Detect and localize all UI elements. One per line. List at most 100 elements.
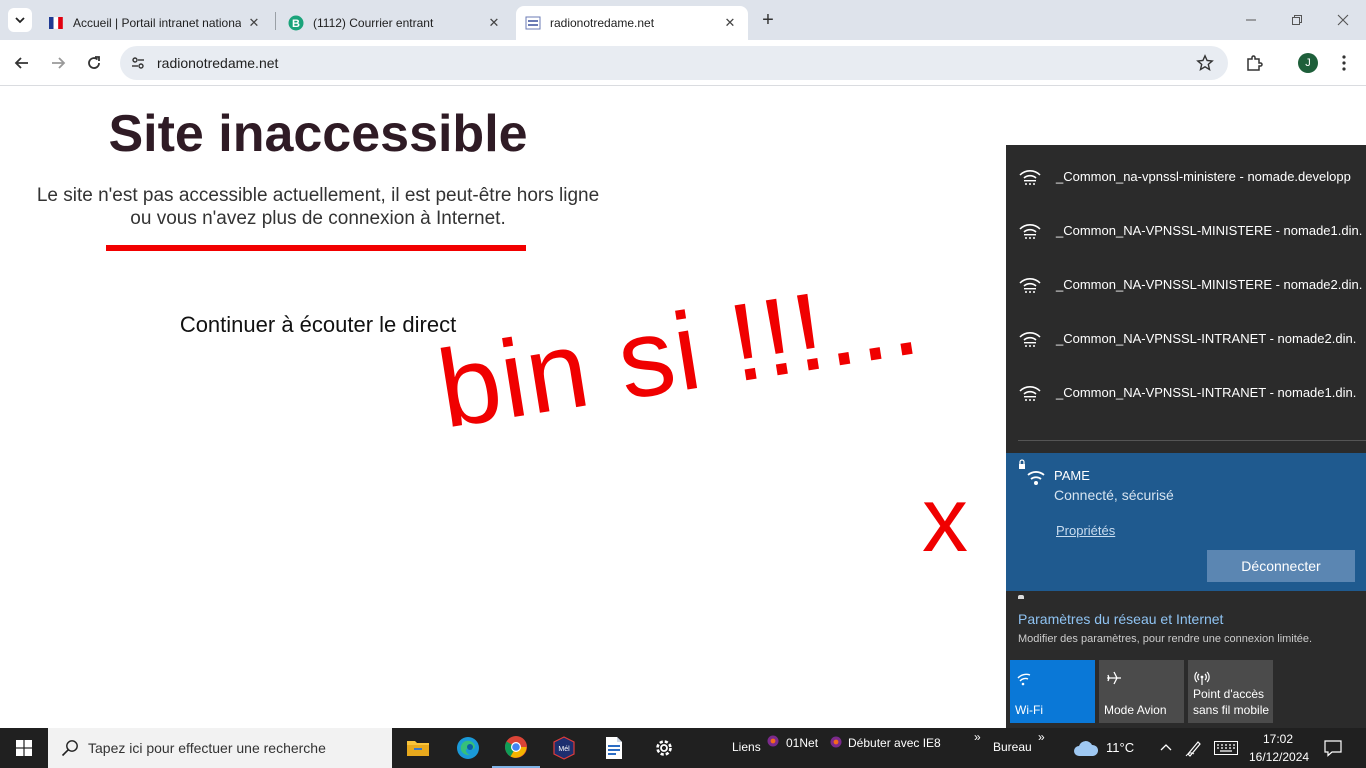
taskbar-settings[interactable] — [640, 728, 688, 768]
tab-title: (1112) Courrier entrant — [313, 16, 434, 30]
wifi-toggle[interactable]: Wi-Fi — [1010, 660, 1095, 723]
chevron-down-icon — [15, 17, 25, 24]
taskbar-ministry-app[interactable]: Mél — [540, 728, 588, 768]
pen-icon[interactable] — [1185, 739, 1203, 757]
network-item[interactable]: _Common_NA-VPNSSL-INTRANET - nomade1.din… — [1006, 365, 1366, 419]
start-button[interactable] — [0, 728, 48, 768]
close-window-button[interactable] — [1320, 0, 1366, 40]
back-button[interactable] — [8, 49, 36, 77]
puzzle-icon — [1247, 55, 1263, 71]
browser-toolbar: radionotredame.net J — [0, 40, 1366, 86]
hotspot-label-line1: Point d'accès — [1193, 687, 1264, 701]
properties-link[interactable]: Propriétés — [1056, 523, 1115, 538]
tab-strip: Accueil | Portail intranet nationa ✕ B (… — [0, 0, 1366, 40]
tab-title: radionotredame.net — [550, 16, 655, 30]
notification-center-icon[interactable] — [1324, 739, 1342, 757]
french-flag-icon — [49, 16, 63, 30]
profile-initial: J — [1305, 57, 1311, 69]
tab-separator — [275, 12, 276, 30]
connection-status: Connecté, sécurisé — [1054, 487, 1174, 503]
mail-b-icon: B — [288, 15, 304, 31]
red-divider — [106, 245, 526, 251]
close-tab-icon[interactable]: ✕ — [486, 15, 502, 31]
ie-favorite-icon — [830, 736, 842, 748]
bookmark-star-icon[interactable] — [1196, 54, 1214, 72]
disconnect-button[interactable]: Déconnecter — [1207, 550, 1355, 582]
forward-button[interactable] — [44, 49, 72, 77]
svg-text:B: B — [292, 18, 300, 30]
tab-title: Accueil | Portail intranet nationa — [73, 16, 241, 30]
mobile-hotspot-toggle[interactable]: Point d'accès sans fil mobile — [1188, 660, 1273, 723]
tab-search-button[interactable] — [8, 8, 32, 32]
network-name: _Common_NA-VPNSSL-INTRANET - nomade1.din… — [1056, 385, 1357, 400]
annotation-x-mark: x — [922, 469, 968, 571]
site-settings-icon[interactable] — [130, 55, 146, 71]
partial-network-icon — [1018, 595, 1024, 599]
vpn-icon — [1019, 224, 1041, 239]
tab-courrier[interactable]: B (1112) Courrier entrant ✕ — [280, 6, 512, 40]
vpn-icon — [1019, 170, 1041, 185]
hotspot-label-line2: sans fil mobile — [1193, 703, 1270, 717]
url-text[interactable]: radionotredame.net — [157, 55, 278, 71]
weather-temperature[interactable]: 11°C — [1106, 740, 1134, 755]
taskbar: Tapez ici pour effectuer une recherche M… — [0, 728, 1366, 768]
network-item[interactable]: _Common_na-vpnssl-ministere - nomade.dev… — [1006, 149, 1366, 203]
keyboard-icon[interactable] — [1214, 741, 1238, 755]
taskbar-file-explorer[interactable] — [394, 728, 442, 768]
connected-network[interactable]: PAME Connecté, sécurisé Propriétés Décon… — [1006, 453, 1366, 591]
back-arrow-icon — [14, 57, 28, 69]
restore-button[interactable] — [1274, 0, 1320, 40]
minimize-icon — [1246, 19, 1256, 21]
taskbar-chrome[interactable] — [492, 728, 540, 768]
browser-menu-button[interactable] — [1330, 49, 1358, 77]
page-message-line2: ou vous n'avez plus de connexion à Inter… — [130, 208, 506, 229]
link-debuter-ie8[interactable]: Débuter avec IE8 — [848, 736, 941, 750]
tab-radionotredame[interactable]: radionotredame.net ✕ — [516, 6, 748, 40]
document-icon — [606, 737, 622, 759]
mobile-hotspot-label: Point d'accès sans fil mobile — [1193, 686, 1269, 718]
profile-avatar[interactable]: J — [1298, 53, 1318, 73]
desktop-overflow-chevron-icon[interactable]: » — [1038, 730, 1045, 744]
clock-time[interactable]: 17:02 — [1263, 732, 1293, 746]
close-tab-icon[interactable]: ✕ — [722, 15, 738, 31]
close-tab-icon[interactable]: ✕ — [246, 15, 262, 31]
edge-icon — [457, 737, 479, 759]
secured-wifi-icon — [1019, 459, 1045, 485]
weather-cloud-icon[interactable] — [1073, 739, 1099, 757]
restore-icon — [1292, 15, 1302, 25]
close-icon — [1337, 14, 1349, 26]
minimize-button[interactable] — [1228, 0, 1274, 40]
taskbar-search-box[interactable]: Tapez ici pour effectuer une recherche — [48, 728, 392, 768]
network-name: _Common_NA-VPNSSL-MINISTERE - nomade2.di… — [1056, 277, 1363, 292]
svg-text:Mél: Mél — [558, 746, 570, 753]
links-toolbar-label: Liens — [732, 740, 761, 754]
search-icon — [61, 740, 78, 757]
chrome-icon — [505, 736, 527, 758]
extensions-button[interactable] — [1240, 49, 1268, 77]
vpn-icon — [1019, 332, 1041, 347]
vpn-icon — [1019, 386, 1041, 401]
network-item[interactable]: _Common_NA-VPNSSL-MINISTERE - nomade2.di… — [1006, 257, 1366, 311]
clock-date[interactable]: 16/12/2024 — [1249, 750, 1309, 764]
tab-portail[interactable]: Accueil | Portail intranet nationa ✕ — [40, 6, 272, 40]
hotspot-icon — [1194, 671, 1210, 685]
taskbar-document-app[interactable] — [590, 728, 638, 768]
link-01net[interactable]: 01Net — [786, 736, 818, 750]
airplane-mode-toggle[interactable]: Mode Avion — [1099, 660, 1184, 723]
links-overflow-chevron-icon[interactable]: » — [974, 730, 981, 744]
new-tab-button[interactable]: + — [756, 8, 780, 32]
desktop-toolbar-label[interactable]: Bureau — [993, 740, 1032, 754]
taskbar-edge[interactable] — [444, 728, 492, 768]
page-title: Site inaccessible — [108, 105, 528, 163]
wifi-toggle-label: Wi-Fi — [1015, 703, 1043, 717]
vpn-icon — [1019, 278, 1041, 293]
airplane-icon — [1107, 671, 1121, 685]
network-item[interactable]: _Common_NA-VPNSSL-MINISTERE - nomade1.di… — [1006, 203, 1366, 257]
chevron-up-icon[interactable] — [1160, 743, 1172, 751]
radio-logo-icon — [525, 16, 541, 30]
network-item[interactable]: _Common_NA-VPNSSL-INTRANET - nomade2.din… — [1006, 311, 1366, 365]
network-name: _Common_na-vpnssl-ministere - nomade.dev… — [1056, 169, 1351, 184]
network-settings-link[interactable]: Paramètres du réseau et Internet — [1018, 611, 1223, 627]
reload-button[interactable] — [80, 49, 108, 77]
address-bar[interactable]: radionotredame.net — [120, 46, 1228, 80]
